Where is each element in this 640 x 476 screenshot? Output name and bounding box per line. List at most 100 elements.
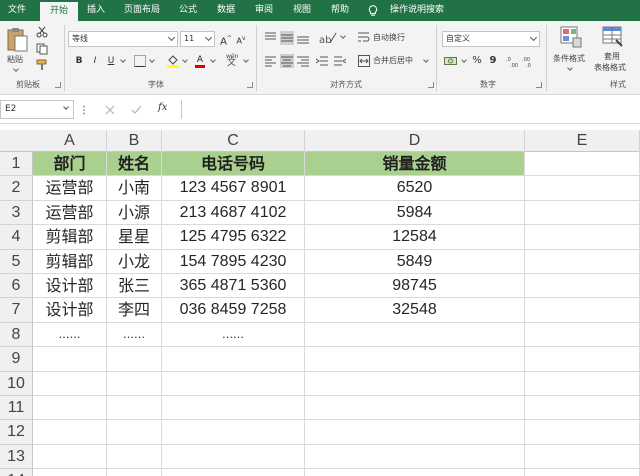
table-cell[interactable]: 036 8459 7258 bbox=[162, 298, 305, 323]
decrease-decimal-icon[interactable]: .00 .0 bbox=[522, 55, 536, 67]
row-header-7[interactable]: 7 bbox=[0, 298, 33, 323]
cell-e1[interactable] bbox=[525, 152, 640, 177]
row-header-1[interactable]: 1 bbox=[0, 152, 33, 177]
font-color-button[interactable]: A bbox=[193, 53, 207, 68]
horizontal-align-icons[interactable] bbox=[264, 54, 310, 68]
cell-e2[interactable] bbox=[525, 176, 640, 201]
tab-file[interactable]: 文件 bbox=[0, 0, 34, 21]
tell-me-search[interactable]: 操作说明搜索 bbox=[368, 0, 444, 21]
table-cell[interactable]: 小龙 bbox=[107, 249, 162, 274]
merge-center-icon[interactable] bbox=[358, 55, 370, 67]
increase-decimal-icon[interactable]: .0 .00 bbox=[506, 55, 520, 67]
format-as-table-icon[interactable] bbox=[602, 26, 624, 48]
table-cell[interactable]: 小源 bbox=[107, 200, 162, 226]
cell-c12[interactable] bbox=[162, 420, 305, 445]
cell-a13[interactable] bbox=[33, 444, 107, 470]
table-cell[interactable]: 设计部 bbox=[33, 298, 107, 323]
format-as-table-label-1[interactable]: 套用 bbox=[604, 52, 620, 62]
confirm-entry-icon[interactable] bbox=[131, 105, 142, 115]
table-cell[interactable]: 剪辑部 bbox=[33, 225, 107, 250]
table-header-cell[interactable]: 部门 bbox=[33, 152, 107, 177]
fill-color-icon[interactable] bbox=[166, 54, 180, 68]
cell-b10[interactable] bbox=[107, 371, 162, 396]
cell-b13[interactable] bbox=[107, 444, 162, 470]
cell-c14[interactable] bbox=[162, 469, 305, 476]
number-format-select[interactable]: 自定义 bbox=[442, 31, 540, 47]
cell-a9[interactable] bbox=[33, 347, 107, 372]
ellipsis-cell[interactable]: …… bbox=[162, 322, 305, 348]
table-header-cell[interactable]: 销量金额 bbox=[305, 152, 525, 177]
row-header-9[interactable]: 9 bbox=[0, 347, 33, 372]
conditional-formatting-button[interactable]: 条件格式 bbox=[553, 54, 585, 64]
row-header-8[interactable]: 8 bbox=[0, 322, 33, 348]
row-header-2[interactable]: 2 bbox=[0, 176, 33, 201]
underline-button[interactable]: U bbox=[104, 54, 118, 68]
cell-d10[interactable] bbox=[305, 371, 525, 396]
font-name-select[interactable]: 等线 bbox=[68, 31, 178, 47]
comma-style-button[interactable]: 9 bbox=[486, 54, 500, 68]
italic-button[interactable]: I bbox=[88, 54, 102, 68]
wrap-text-icon[interactable] bbox=[358, 31, 370, 43]
row-header-14[interactable]: 14 bbox=[0, 469, 33, 476]
table-cell[interactable]: 6520 bbox=[305, 176, 525, 201]
insert-function-button[interactable]: fx bbox=[158, 102, 167, 113]
tab-data[interactable]: 数据 bbox=[210, 0, 242, 21]
indent-icons[interactable] bbox=[316, 55, 346, 67]
cell-c13[interactable] bbox=[162, 444, 305, 470]
table-header-cell[interactable]: 电话号码 bbox=[162, 152, 305, 177]
cut-icon[interactable] bbox=[36, 26, 48, 38]
borders-icon[interactable] bbox=[134, 55, 146, 67]
cell-e7[interactable] bbox=[525, 298, 640, 323]
cell-b11[interactable] bbox=[107, 396, 162, 421]
table-cell[interactable]: 123 4567 8901 bbox=[162, 176, 305, 201]
cell-d12[interactable] bbox=[305, 420, 525, 445]
cell-e5[interactable] bbox=[525, 249, 640, 274]
row-header-6[interactable]: 6 bbox=[0, 274, 33, 299]
tab-home[interactable]: 开始 bbox=[40, 2, 78, 21]
cancel-entry-icon[interactable] bbox=[105, 105, 115, 115]
table-cell[interactable]: 小南 bbox=[107, 176, 162, 201]
cell-a10[interactable] bbox=[33, 371, 107, 396]
table-cell[interactable]: 张三 bbox=[107, 274, 162, 299]
cell-e11[interactable] bbox=[525, 396, 640, 421]
cell-b12[interactable] bbox=[107, 420, 162, 445]
percent-style-button[interactable]: % bbox=[470, 54, 484, 68]
accounting-format-icon[interactable] bbox=[444, 55, 460, 67]
column-header-e[interactable]: E bbox=[525, 130, 640, 152]
column-header-c[interactable]: C bbox=[162, 130, 305, 152]
bold-button[interactable]: B bbox=[72, 54, 86, 68]
merge-center-button[interactable]: 合并后居中 bbox=[373, 56, 413, 66]
column-header-b[interactable]: B bbox=[107, 130, 162, 152]
cell-d8[interactable] bbox=[305, 322, 525, 348]
cell-e4[interactable] bbox=[525, 225, 640, 250]
font-launcher-icon[interactable] bbox=[247, 82, 253, 88]
clipboard-launcher-icon[interactable] bbox=[55, 82, 61, 88]
increase-font-size-button[interactable]: A^ bbox=[219, 32, 233, 47]
tab-help[interactable]: 帮助 bbox=[324, 0, 356, 21]
cell-e9[interactable] bbox=[525, 347, 640, 372]
table-cell[interactable]: 运营部 bbox=[33, 200, 107, 226]
table-cell[interactable]: 李四 bbox=[107, 298, 162, 323]
cell-d14[interactable] bbox=[305, 469, 525, 476]
cell-b14[interactable] bbox=[107, 469, 162, 476]
row-header-11[interactable]: 11 bbox=[0, 396, 33, 421]
cell-e10[interactable] bbox=[525, 371, 640, 396]
cell-e13[interactable] bbox=[525, 444, 640, 470]
paste-label[interactable]: 粘贴 bbox=[7, 55, 23, 65]
table-cell[interactable]: 213 4687 4102 bbox=[162, 200, 305, 226]
row-header-13[interactable]: 13 bbox=[0, 444, 33, 470]
table-cell[interactable]: 12584 bbox=[305, 225, 525, 250]
cell-e14[interactable] bbox=[525, 469, 640, 476]
table-cell[interactable]: 5849 bbox=[305, 249, 525, 274]
table-header-cell[interactable]: 姓名 bbox=[107, 152, 162, 177]
format-as-table-label-2[interactable]: 表格格式 bbox=[594, 63, 626, 73]
formula-input[interactable] bbox=[181, 100, 640, 119]
number-launcher-icon[interactable] bbox=[536, 82, 542, 88]
tab-formulas[interactable]: 公式 bbox=[172, 0, 204, 21]
copy-icon[interactable] bbox=[36, 43, 48, 55]
table-cell[interactable]: 32548 bbox=[305, 298, 525, 323]
column-header-d[interactable]: D bbox=[305, 130, 525, 152]
table-cell[interactable]: 154 7895 4230 bbox=[162, 249, 305, 274]
decrease-font-size-button[interactable]: Av bbox=[234, 32, 248, 46]
tab-review[interactable]: 审阅 bbox=[248, 0, 280, 21]
